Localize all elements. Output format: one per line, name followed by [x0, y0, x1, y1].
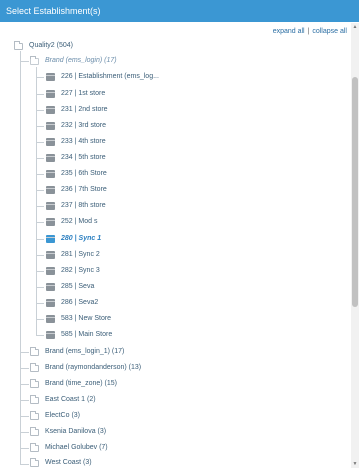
tree-scrollbar[interactable]: ▲ ▼: [351, 23, 359, 468]
store-icon: [46, 267, 55, 275]
tree-leaf-store[interactable]: 233 | 4th store: [46, 136, 106, 148]
store-icon: [46, 90, 55, 98]
tree-node-group[interactable]: Brand (raymondanderson) (13): [30, 362, 141, 374]
tree-node-label: Brand (ems_login) (17): [45, 57, 117, 64]
tree-leaf-store[interactable]: 232 | 3rd store: [46, 120, 106, 132]
tree-node-group[interactable]: Brand (time_zone) (15): [30, 378, 117, 390]
tree-leaf-store[interactable]: 226 | Establishment (ems_log...: [46, 71, 159, 83]
store-icon: [46, 186, 55, 194]
tree-leaf-label: 233 | 4th store: [61, 138, 106, 145]
tree-leaf-store-selected[interactable]: 280 | Sync 1: [46, 233, 101, 245]
tree-leaf-label: 252 | Mod s: [61, 218, 98, 225]
scrollbar-thumb[interactable]: [352, 77, 358, 307]
folder-icon: [30, 442, 39, 452]
tree-node-root[interactable]: Quality2 (504): [14, 40, 73, 52]
tree-leaf-label: 236 | 7th Store: [61, 186, 107, 193]
store-icon: [46, 170, 55, 178]
tree-connector: [20, 51, 21, 465]
tree-node-label: Brand (raymondanderson) (13): [45, 364, 142, 371]
folder-icon: [30, 426, 39, 436]
folder-icon: [14, 40, 23, 50]
tree-leaf-label: 585 | Main Store: [61, 331, 113, 338]
tree-leaf-label: 227 | 1st store: [61, 90, 106, 97]
tree-leaf-label: 234 | 5th store: [61, 154, 106, 161]
tree-node-label: East Coast 1 (2): [45, 396, 96, 403]
store-icon: [46, 138, 55, 146]
tree-leaf-store[interactable]: 286 | Seva2: [46, 297, 98, 309]
tree-leaf-label: 280 | Sync 1: [61, 235, 102, 242]
tree-leaf-store[interactable]: 234 | 5th store: [46, 152, 106, 164]
scroll-down-arrow-icon[interactable]: ▼: [351, 460, 359, 468]
tree-leaf-store[interactable]: 227 | 1st store: [46, 88, 105, 100]
folder-icon: [30, 362, 39, 372]
tree-node-label: West Coast (3): [45, 459, 92, 466]
folder-icon: [30, 378, 39, 388]
tree-leaf-store[interactable]: 282 | Sync 3: [46, 265, 100, 277]
tree-leaf-store[interactable]: 237 | 8th store: [46, 200, 106, 212]
store-icon: [46, 315, 55, 323]
tree-leaf-store[interactable]: 281 | Sync 2: [46, 249, 100, 261]
folder-icon: [30, 346, 39, 356]
tree-connector: [20, 61, 29, 62]
tree-node-group[interactable]: Michael Golubev (7): [30, 442, 108, 454]
store-icon: [46, 251, 55, 259]
scroll-up-arrow-icon[interactable]: ▲: [351, 23, 359, 31]
tree-node-label: Brand (time_zone) (15): [45, 380, 117, 387]
folder-icon: [30, 410, 39, 420]
store-icon: [46, 122, 55, 130]
tree-leaf-label: 237 | 8th store: [61, 202, 106, 209]
store-icon: [46, 283, 55, 291]
tree-leaf-label: 286 | Seva2: [61, 299, 99, 306]
store-icon: [46, 73, 55, 81]
folder-icon: [30, 394, 39, 404]
tree-node-label: Michael Golubev (7): [45, 444, 108, 451]
tree-leaf-label: 282 | Sync 3: [61, 267, 100, 274]
store-icon: [46, 331, 55, 339]
tree-leaf-label: 281 | Sync 2: [61, 251, 100, 258]
tree-node-label: Brand (ems_login_1) (17): [45, 348, 125, 355]
store-icon: [46, 218, 55, 226]
store-icon: [46, 299, 55, 307]
folder-icon: [30, 457, 39, 467]
tree-node-brand-open[interactable]: Brand (ems_login) (17): [30, 55, 117, 67]
store-icon: [46, 106, 55, 114]
tree-connector: [36, 67, 37, 335]
store-icon: [46, 202, 55, 210]
tree-leaf-label: 583 | New Store: [61, 315, 112, 322]
tree-node-label: ElectCo (3): [45, 412, 81, 419]
tree-leaf-store[interactable]: 236 | 7th Store: [46, 184, 107, 196]
tree-node-label: Quality2 (504): [29, 42, 73, 49]
tree-leaf-store[interactable]: 252 | Mod s: [46, 216, 97, 228]
tree-leaf-store[interactable]: 285 | Seva: [46, 281, 94, 293]
tree-leaf-store[interactable]: 231 | 2nd store: [46, 104, 108, 116]
establishment-tree: Quality2 (504) Brand (ems_login) (17) 22…: [0, 0, 349, 468]
tree-leaf-label: 232 | 3rd store: [61, 122, 107, 129]
tree-leaf-store[interactable]: 583 | New Store: [46, 313, 111, 325]
tree-node-group[interactable]: Ksenia Danilova (3): [30, 426, 106, 438]
tree-leaf-label: 235 | 6th Store: [61, 170, 107, 177]
tree-leaf-label: 226 | Establishment (ems_log...: [61, 73, 159, 80]
tree-leaf-label: 231 | 2nd store: [61, 106, 108, 113]
tree-node-group[interactable]: Brand (ems_login_1) (17): [30, 346, 124, 358]
store-icon: [46, 235, 55, 243]
tree-node-group[interactable]: ElectCo (3): [30, 410, 80, 422]
tree-leaf-store[interactable]: 585 | Main Store: [46, 329, 112, 341]
store-icon: [46, 154, 55, 162]
folder-open-icon: [30, 55, 39, 65]
tree-node-group[interactable]: West Coast (3): [30, 457, 92, 468]
tree-node-label: Ksenia Danilova (3): [45, 428, 107, 435]
tree-leaf-label: 285 | Seva: [61, 283, 95, 290]
tree-node-group[interactable]: East Coast 1 (2): [30, 394, 96, 406]
tree-leaf-store[interactable]: 235 | 6th Store: [46, 168, 107, 180]
